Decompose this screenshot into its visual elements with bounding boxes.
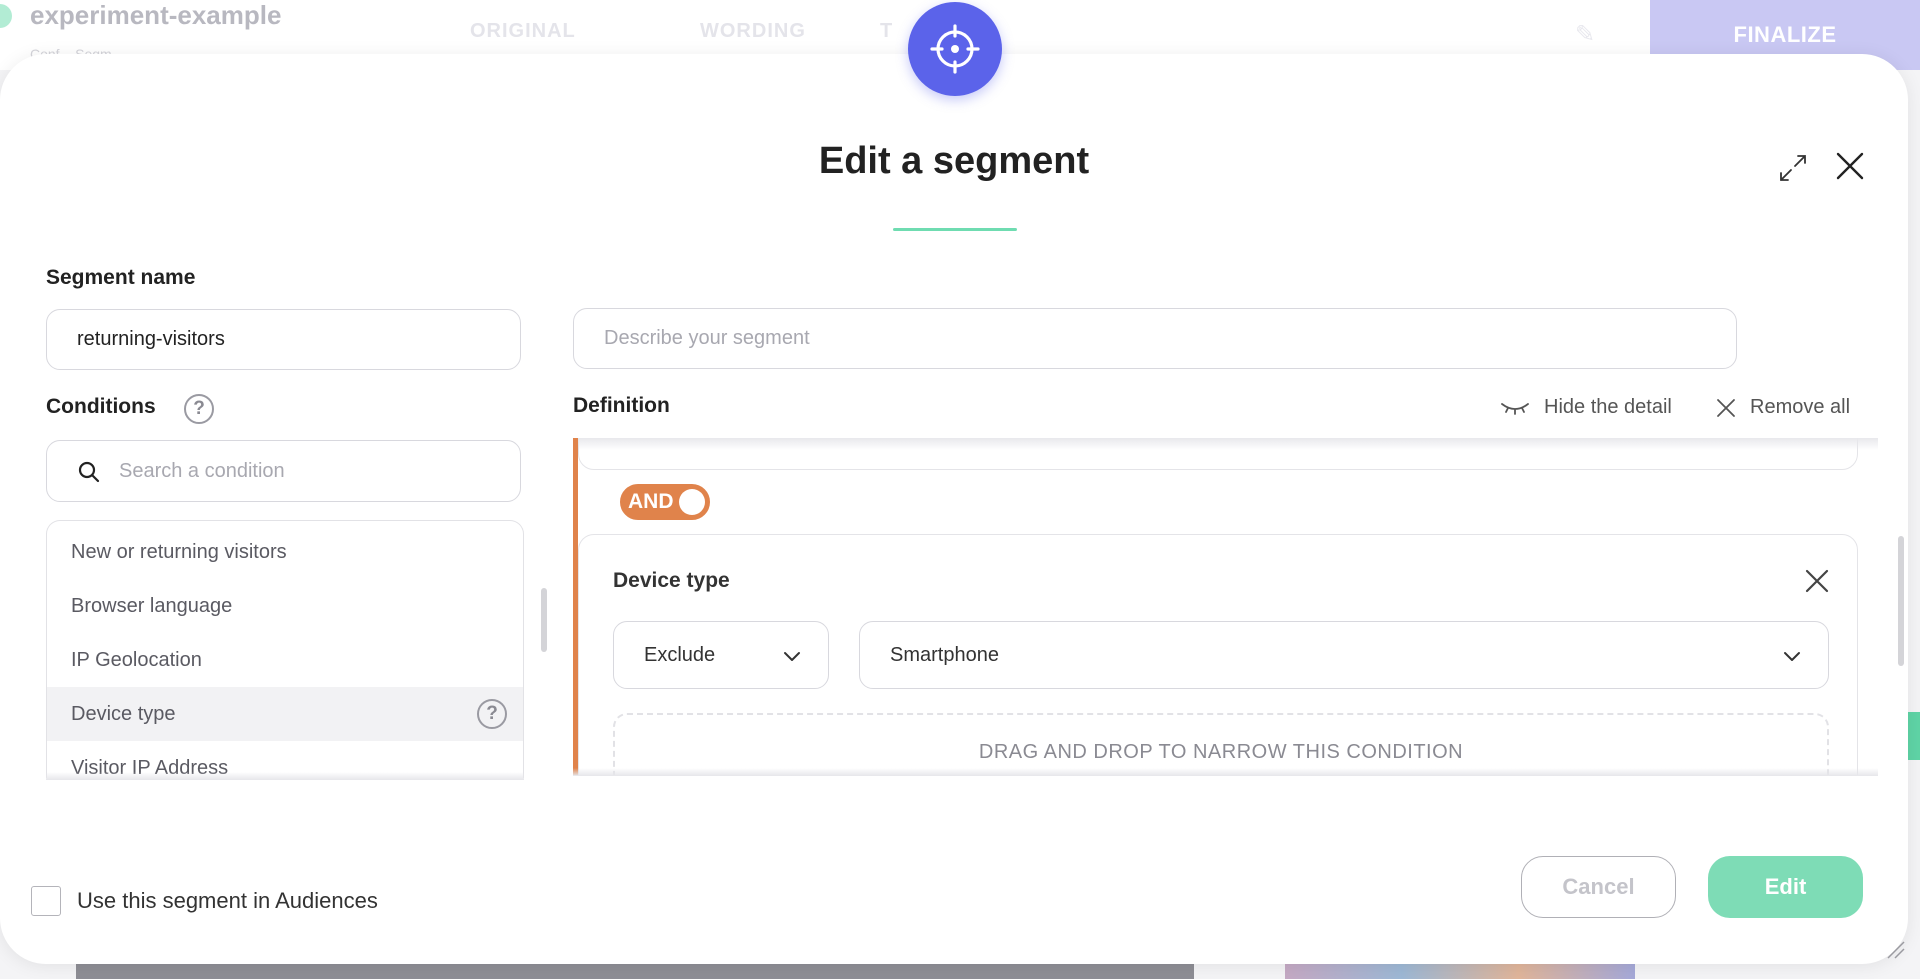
list-item[interactable]: Browser language bbox=[47, 579, 523, 633]
tab-third[interactable]: T bbox=[880, 20, 893, 43]
list-item[interactable]: IP Geolocation bbox=[47, 633, 523, 687]
hide-detail-label: Hide the detail bbox=[1544, 396, 1672, 418]
list-scroll-fade bbox=[46, 772, 524, 780]
operator-label: AND bbox=[628, 490, 674, 513]
condition-label: New or returning visitors bbox=[71, 540, 287, 563]
background-preview-strip bbox=[1285, 962, 1635, 979]
conditions-label: Conditions bbox=[46, 395, 156, 418]
include-exclude-value: Exclude bbox=[644, 643, 716, 666]
condition-label: IP Geolocation bbox=[71, 648, 202, 671]
drop-zone[interactable]: DRAG AND DROP TO NARROW THIS CONDITION bbox=[613, 713, 1829, 775]
hide-detail-button[interactable]: Hide the detail bbox=[1500, 396, 1672, 419]
list-item[interactable]: Device type ? bbox=[47, 687, 523, 741]
condition-list-scrollbar[interactable] bbox=[541, 588, 547, 652]
segment-name-input[interactable] bbox=[46, 309, 521, 370]
segment-badge bbox=[908, 2, 1002, 96]
remove-all-button[interactable]: Remove all bbox=[1716, 396, 1850, 419]
segment-name-label: Segment name bbox=[46, 266, 196, 289]
background-green-button-edge bbox=[1908, 712, 1920, 760]
help-icon[interactable]: ? bbox=[477, 699, 507, 729]
segment-description-input[interactable] bbox=[573, 308, 1737, 369]
list-item[interactable]: New or returning visitors bbox=[47, 525, 523, 579]
condition-card-title: Device type bbox=[613, 569, 730, 592]
definition-bottom-fade bbox=[573, 768, 1878, 776]
definition-label: Definition bbox=[573, 394, 670, 417]
tab-original[interactable]: ORIGINAL bbox=[470, 20, 576, 43]
resize-grip-icon[interactable] bbox=[1884, 938, 1906, 960]
include-exclude-select[interactable]: Exclude bbox=[613, 621, 829, 689]
toggle-knob bbox=[679, 489, 705, 515]
condition-list: New or returning visitors Browser langua… bbox=[46, 520, 524, 778]
project-status-dot bbox=[0, 4, 12, 28]
use-in-audiences-label: Use this segment in Audiences bbox=[77, 888, 378, 913]
device-type-select[interactable]: Smartphone bbox=[859, 621, 1829, 689]
pencil-icon[interactable]: ✎ bbox=[1575, 20, 1595, 49]
condition-label: Device type bbox=[71, 702, 176, 725]
edit-button[interactable]: Edit bbox=[1708, 856, 1863, 918]
x-icon bbox=[1717, 398, 1735, 417]
eye-closed-icon bbox=[1501, 402, 1529, 415]
condition-label: Browser language bbox=[71, 594, 233, 617]
remove-all-label: Remove all bbox=[1750, 396, 1851, 418]
title-underline bbox=[893, 228, 1017, 231]
edit-segment-modal: Edit a segment Segment name Conditions ?… bbox=[0, 54, 1908, 964]
chevron-down-icon bbox=[1784, 652, 1800, 661]
modal-scrollbar[interactable] bbox=[1898, 536, 1904, 666]
condition-search-input[interactable] bbox=[119, 451, 499, 491]
condition-card: Device type Exclude Smartphone DRAG AND … bbox=[578, 534, 1858, 775]
definition-area: AND Device type Exclude Smartphone DRAG … bbox=[573, 438, 1878, 775]
and-or-toggle[interactable]: AND bbox=[620, 484, 710, 520]
search-icon bbox=[77, 460, 101, 489]
target-icon bbox=[930, 24, 980, 74]
definition-scroll-fade bbox=[578, 438, 1878, 450]
close-icon[interactable] bbox=[1799, 563, 1835, 599]
project-title: experiment-example bbox=[30, 0, 282, 30]
tab-wording[interactable]: WORDING bbox=[700, 20, 806, 43]
help-icon[interactable]: ? bbox=[184, 394, 214, 424]
modal-title: Edit a segment bbox=[818, 140, 1090, 182]
cancel-button[interactable]: Cancel bbox=[1521, 856, 1676, 918]
device-type-value: Smartphone bbox=[890, 643, 999, 666]
chevron-down-icon bbox=[784, 652, 800, 661]
condition-search-box[interactable] bbox=[46, 440, 521, 502]
use-in-audiences-checkbox[interactable] bbox=[31, 886, 61, 916]
